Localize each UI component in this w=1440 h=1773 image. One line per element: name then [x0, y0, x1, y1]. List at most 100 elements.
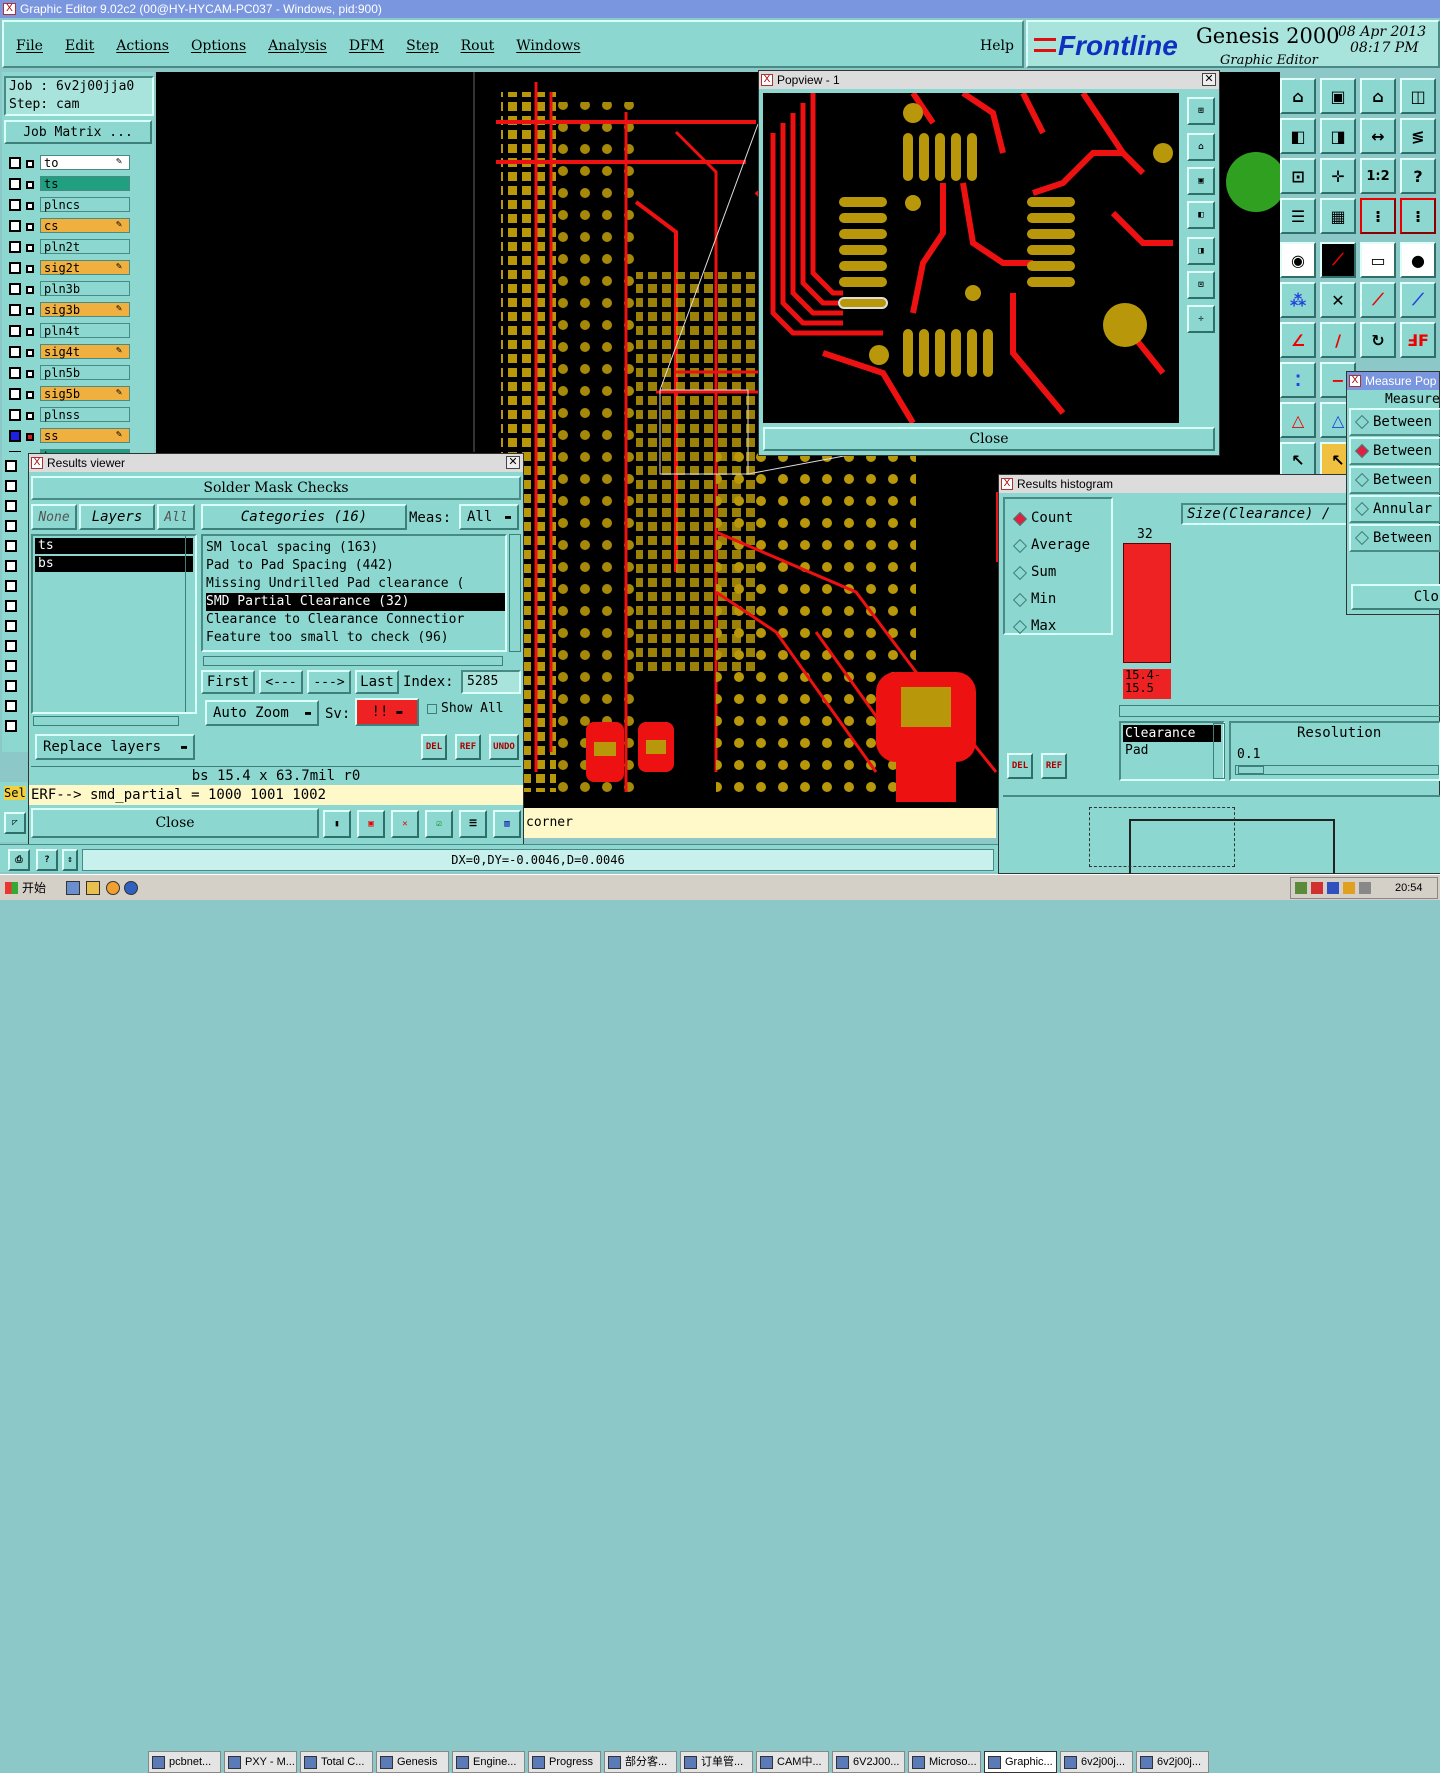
layer-row[interactable]: pln2t: [6, 238, 154, 256]
tray-icon[interactable]: [1311, 882, 1323, 894]
arc-icon[interactable]: ↻: [1360, 322, 1396, 358]
taskbar-item[interactable]: Graphic...: [984, 1751, 1057, 1773]
taskbar-item[interactable]: Engine...: [452, 1751, 525, 1773]
layer-checkbox[interactable]: [5, 500, 17, 512]
layer-affected-checkbox[interactable]: [26, 349, 34, 357]
layer-checkbox[interactable]: [5, 460, 17, 472]
list-item[interactable]: ts: [35, 538, 193, 554]
taskbar-item[interactable]: 6V2J00...: [832, 1751, 905, 1773]
auto-zoom-select[interactable]: Auto Zoom ▬: [205, 700, 319, 726]
zoom-in-icon[interactable]: ⊞: [1187, 97, 1215, 125]
list-item[interactable]: Clearance to Clearance Connectior: [206, 611, 505, 629]
pad-select-icon[interactable]: ◉: [1280, 242, 1316, 278]
index-input[interactable]: 5285: [461, 670, 521, 694]
taskbar-item[interactable]: 6v2j00j...: [1136, 1751, 1209, 1773]
grid-icon[interactable]: ▦: [1320, 198, 1356, 234]
layer-list-scrollbar[interactable]: [185, 536, 195, 712]
scale-icon[interactable]: 1:2: [1360, 158, 1396, 194]
corner-tool-icon[interactable]: ◸: [4, 812, 26, 834]
taskbar-item[interactable]: pcbnet...: [148, 1751, 221, 1773]
histogram-icon[interactable]: ▥: [493, 810, 521, 838]
layer-checkbox[interactable]: [9, 409, 21, 421]
triangle-icon[interactable]: △: [1280, 402, 1316, 438]
filter-none-button[interactable]: None: [31, 504, 77, 530]
layer-name[interactable]: pln3b: [40, 281, 130, 296]
menu-windows[interactable]: Windows: [516, 38, 580, 54]
folder-icon[interactable]: [86, 881, 100, 895]
layer-checkbox[interactable]: [9, 178, 21, 190]
histogram-bar[interactable]: [1123, 543, 1171, 663]
layer-checkbox[interactable]: [5, 480, 17, 492]
show-all-checkbox[interactable]: [427, 704, 437, 714]
taskbar-item[interactable]: 订单管...: [680, 1751, 753, 1773]
meas-select[interactable]: All ▬: [459, 504, 519, 530]
close-icon[interactable]: ✕: [1202, 73, 1216, 86]
layer-checkbox[interactable]: [5, 520, 17, 532]
first-button[interactable]: First: [201, 670, 255, 694]
last-button[interactable]: Last: [355, 670, 399, 694]
menu-dfm[interactable]: DFM: [349, 38, 384, 54]
question-icon[interactable]: ?: [1400, 158, 1436, 194]
job-matrix-button[interactable]: Job Matrix ...: [4, 120, 152, 144]
prev-button[interactable]: <---: [259, 670, 303, 694]
line-pad2-icon[interactable]: ⟋: [1400, 282, 1436, 318]
layer-checkbox[interactable]: [9, 388, 21, 400]
measure-option[interactable]: Annular: [1349, 495, 1440, 523]
house-icon[interactable]: ⌂: [1360, 78, 1396, 114]
attribute-scrollbar[interactable]: [1213, 723, 1225, 779]
layer-checkbox[interactable]: [5, 560, 17, 572]
desktop-icon[interactable]: [66, 881, 80, 895]
undo-icon[interactable]: UNDO: [489, 734, 519, 760]
layer-affected-checkbox[interactable]: [26, 202, 34, 210]
layer-affected-checkbox[interactable]: [26, 181, 34, 189]
layer-checkbox[interactable]: [5, 700, 17, 712]
zoom-save-icon[interactable]: ▣: [1187, 167, 1215, 195]
popview-canvas[interactable]: [763, 93, 1179, 423]
stat-sum-radio[interactable]: Sum: [1012, 559, 1111, 586]
taskbar-item[interactable]: PXY - M...: [224, 1751, 297, 1773]
results-close-button[interactable]: Close: [31, 808, 319, 838]
category-hscrollbar[interactable]: [203, 656, 503, 666]
layer-name[interactable]: pln2t: [40, 239, 130, 254]
snap-icon[interactable]: ⟋: [1320, 242, 1356, 278]
measure-option[interactable]: Between: [1349, 466, 1440, 494]
taskbar-item[interactable]: Progress: [528, 1751, 601, 1773]
net-icon[interactable]: ⁝: [1360, 198, 1396, 234]
layer-checkbox[interactable]: [9, 199, 21, 211]
zoom-back-icon[interactable]: ◧: [1280, 118, 1316, 154]
layer-row[interactable]: sig4t ✎: [6, 343, 154, 361]
filter-layers-button[interactable]: Layers: [79, 504, 155, 530]
layer-name[interactable]: plnss: [40, 407, 130, 422]
menu-help[interactable]: Help: [980, 38, 1014, 54]
layer-name[interactable]: ts: [40, 176, 130, 191]
taskbar-item[interactable]: Genesis: [376, 1751, 449, 1773]
layer-row[interactable]: pln5b: [6, 364, 154, 382]
fit-icon[interactable]: ⊡: [1187, 271, 1215, 299]
layer-row[interactable]: sig5b ✎: [6, 385, 154, 403]
layer-checkbox[interactable]: [5, 600, 17, 612]
layer-row[interactable]: pln4t: [6, 322, 154, 340]
layer-checkbox[interactable]: [5, 540, 17, 552]
menu-file[interactable]: File: [16, 38, 43, 54]
measure-option[interactable]: Between: [1349, 524, 1440, 552]
menu-actions[interactable]: Actions: [116, 38, 169, 54]
refresh-icon[interactable]: REF: [455, 734, 481, 760]
measure-option[interactable]: Between: [1349, 408, 1440, 436]
filter-all-button[interactable]: All: [157, 504, 195, 530]
ff-icon[interactable]: ℲF: [1400, 322, 1436, 358]
taskbar-item[interactable]: 6v2j00j...: [1060, 1751, 1133, 1773]
layer-affected-checkbox[interactable]: [26, 412, 34, 420]
list-item[interactable]: bs: [35, 556, 193, 572]
layer-affected-checkbox[interactable]: [26, 370, 34, 378]
cross-icon[interactable]: ✕: [1320, 282, 1356, 318]
stat-count-radio[interactable]: Count: [1012, 505, 1111, 532]
tray-icon[interactable]: [1343, 882, 1355, 894]
zoom-back-icon[interactable]: ◧: [1187, 201, 1215, 229]
layer-checkbox[interactable]: [9, 283, 21, 295]
layer-checkbox[interactable]: [9, 241, 21, 253]
layer-checkbox[interactable]: [9, 430, 21, 442]
layer-affected-checkbox[interactable]: [26, 307, 34, 315]
tray-icon[interactable]: [1359, 882, 1371, 894]
layer-row[interactable]: plnss: [6, 406, 154, 424]
layer-name[interactable]: plncs: [40, 197, 130, 212]
